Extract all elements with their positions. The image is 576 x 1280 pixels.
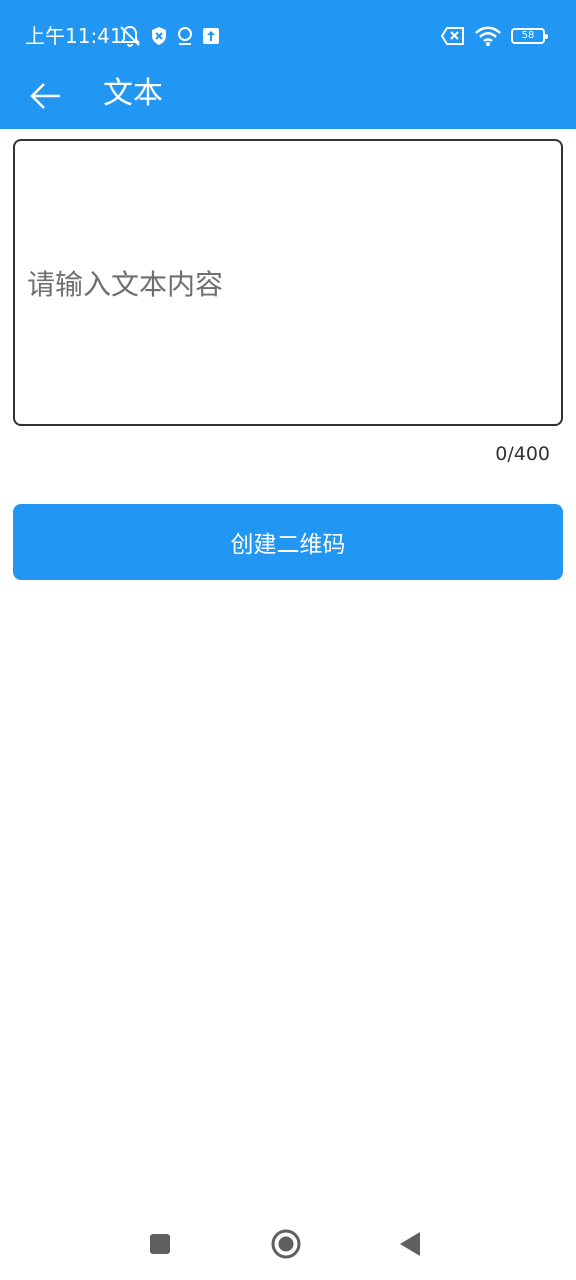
battery-icon: 58 <box>511 28 548 44</box>
status-bar: 上午11:41 58 <box>0 0 576 66</box>
wifi-icon <box>475 26 501 46</box>
back-button[interactable] <box>22 72 70 120</box>
create-qrcode-button[interactable]: 创建二维码 <box>13 504 563 580</box>
app-screen: 上午11:41 58 文本 请输入文本内容 0/400 创建二维码 <box>0 0 576 1280</box>
location-icon <box>176 26 194 46</box>
arrow-left-icon <box>30 83 60 109</box>
text-input-container <box>13 139 563 426</box>
page-title: 文本 <box>103 76 163 111</box>
home-icon <box>271 1229 301 1259</box>
back-icon <box>400 1232 420 1256</box>
navigation-bar <box>0 1210 576 1280</box>
status-right-icons: 58 <box>431 24 548 48</box>
notifications-muted-icon <box>118 25 142 47</box>
sim-off-icon <box>441 27 465 45</box>
battery-level: 58 <box>521 30 535 41</box>
status-time: 上午11:41 <box>25 24 123 48</box>
text-content-input[interactable] <box>15 141 561 424</box>
char-counter: 0/400 <box>495 443 550 465</box>
status-left-icons <box>118 24 228 48</box>
app-header: 上午11:41 58 文本 <box>0 0 576 129</box>
home-button[interactable] <box>264 1222 308 1266</box>
nav-back-button[interactable] <box>388 1222 432 1266</box>
shield-icon <box>150 26 168 46</box>
recents-button[interactable] <box>138 1222 182 1266</box>
toolbar: 文本 <box>0 66 576 129</box>
recents-icon <box>150 1234 170 1254</box>
upload-icon <box>202 27 220 45</box>
